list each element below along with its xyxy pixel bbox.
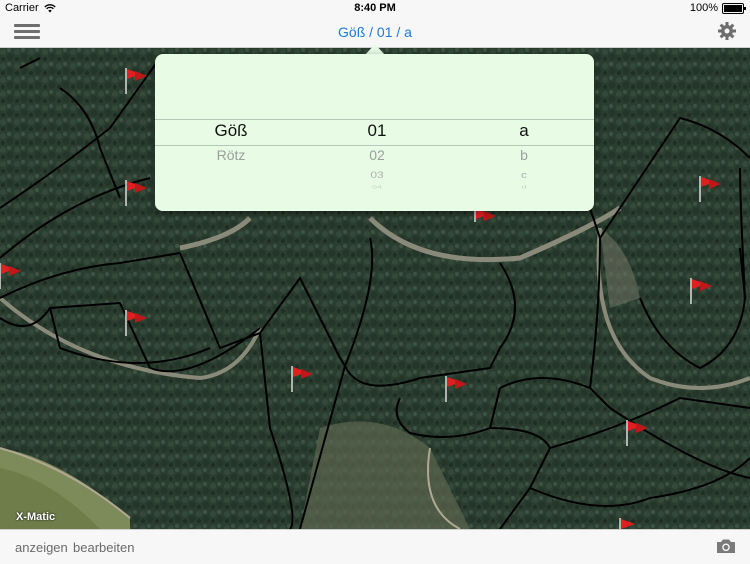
show-button[interactable]: anzeigen <box>15 540 68 555</box>
battery-percent: 100% <box>689 2 718 14</box>
status-time: 8:40 PM <box>354 2 396 14</box>
gear-icon[interactable] <box>716 20 738 42</box>
picker-option[interactable]: Rötz <box>158 147 304 163</box>
picker-option[interactable]: b <box>451 147 594 163</box>
picker-selected-letter[interactable]: a <box>451 121 594 141</box>
picker-option[interactable]: c <box>451 169 594 180</box>
picker-selected-area[interactable]: Göß <box>158 121 304 141</box>
picker-column-number[interactable]: 01 02 03 04 <box>304 54 450 211</box>
edit-button[interactable]: bearbeiten <box>73 540 134 555</box>
picker-option[interactable]: 04 <box>304 184 450 190</box>
picker-option[interactable]: d <box>451 184 594 190</box>
location-picker-popover: Göß Rötz 01 02 03 04 a b c d <box>155 54 594 211</box>
picker-option[interactable]: 03 <box>304 169 450 180</box>
picker-option[interactable]: 02 <box>304 147 450 163</box>
picker-column-area[interactable]: Göß Rötz <box>158 54 304 211</box>
camera-icon[interactable] <box>716 538 736 554</box>
battery-icon <box>722 2 746 14</box>
map-watermark: X-Matic <box>16 511 56 523</box>
nav-title[interactable]: Göß / 01 / a <box>0 24 750 40</box>
picker-selected-number[interactable]: 01 <box>304 121 450 141</box>
status-bar: Carrier 8:40 PM 100% <box>0 0 750 16</box>
bottom-toolbar: anzeigen bearbeiten <box>0 529 750 564</box>
picker-column-letter[interactable]: a b c d <box>451 54 594 211</box>
